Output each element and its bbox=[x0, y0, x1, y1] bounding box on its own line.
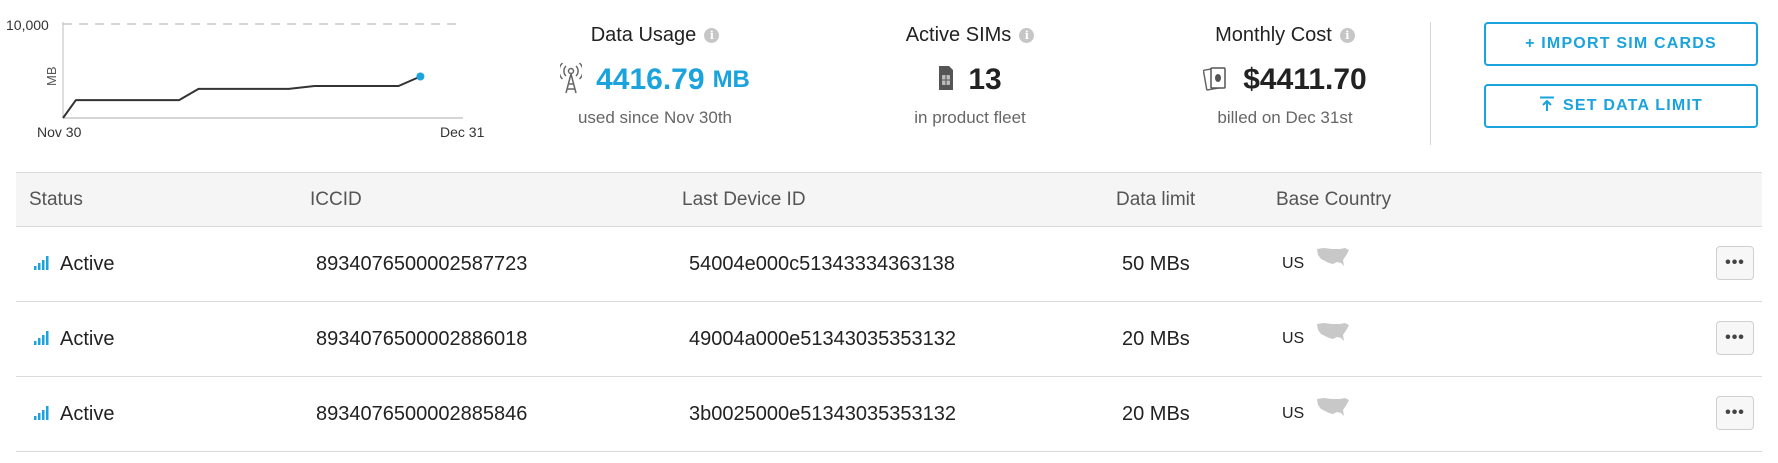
header-divider bbox=[1430, 22, 1431, 145]
data-limit-cell: 20 MBs bbox=[1122, 328, 1190, 350]
row-more-button[interactable]: ••• bbox=[1716, 321, 1754, 355]
data-usage-unit: MB bbox=[712, 66, 750, 93]
row-more-button[interactable]: ••• bbox=[1716, 246, 1754, 280]
info-icon[interactable]: i bbox=[704, 27, 720, 43]
table-row[interactable]: Active 8934076500002886018 49004a000e513… bbox=[16, 302, 1762, 377]
data-limit-cell: 50 MBs bbox=[1122, 253, 1190, 275]
sim-table: Status ICCID Last Device ID Data limit B… bbox=[16, 172, 1762, 452]
usage-chart: 10,000 MB Nov 30 Dec 31 bbox=[0, 0, 500, 150]
last-device-id-cell: 54004e000c51343334363138 bbox=[689, 253, 955, 275]
country-code: US bbox=[1282, 255, 1305, 272]
data-usage-title: Data Usage bbox=[590, 23, 697, 46]
column-header-data-limit[interactable]: Data limit bbox=[1116, 173, 1195, 226]
status-cell: Active bbox=[34, 302, 114, 376]
monthly-cost-value: $4411.70 bbox=[1243, 63, 1367, 96]
status-text: Active bbox=[60, 403, 115, 425]
country-code: US bbox=[1282, 330, 1305, 347]
base-country-cell: US bbox=[1282, 227, 1350, 301]
upload-limit-icon bbox=[1539, 96, 1555, 117]
signal-bars-icon bbox=[34, 227, 50, 301]
us-map-icon bbox=[1316, 227, 1350, 301]
iccid-cell: 8934076500002885846 bbox=[316, 403, 528, 425]
last-device-id-cell: 49004a000e51343035353132 bbox=[689, 328, 956, 350]
antenna-icon bbox=[558, 61, 584, 99]
import-sim-cards-button[interactable]: + IMPORT SIM CARDS bbox=[1484, 22, 1758, 66]
data-usage-stat: Data Usage i 4416.79 MB used since Nov 3… bbox=[520, 20, 790, 128]
active-sims-stat: Active SIMs i 13 in product fleet bbox=[845, 20, 1095, 128]
monthly-cost-subtitle: billed on Dec 31st bbox=[1217, 108, 1353, 127]
status-cell: Active bbox=[34, 227, 114, 301]
active-sims-title: Active SIMs bbox=[905, 23, 1012, 46]
country-code: US bbox=[1282, 405, 1305, 422]
active-sims-value: 13 bbox=[968, 63, 1002, 96]
iccid-cell: 8934076500002587723 bbox=[316, 253, 528, 275]
set-data-limit-button[interactable]: SET DATA LIMIT bbox=[1484, 84, 1758, 128]
us-map-icon bbox=[1316, 377, 1350, 451]
column-header-base-country[interactable]: Base Country bbox=[1276, 173, 1391, 226]
status-cell: Active bbox=[34, 377, 114, 451]
y-max-tick-label: 10,000 bbox=[6, 17, 49, 33]
usage-chart-svg: 10,000 MB Nov 30 Dec 31 bbox=[6, 17, 485, 140]
monthly-cost-title: Monthly Cost bbox=[1215, 23, 1332, 46]
sim-card-icon bbox=[938, 65, 954, 96]
base-country-cell: US bbox=[1282, 377, 1350, 451]
status-text: Active bbox=[60, 328, 115, 350]
import-sim-cards-label: + IMPORT SIM CARDS bbox=[1525, 35, 1717, 52]
iccid-cell: 8934076500002886018 bbox=[316, 328, 528, 350]
data-limit-cell: 20 MBs bbox=[1122, 403, 1190, 425]
data-usage-subtitle: used since Nov 30th bbox=[577, 108, 733, 127]
set-data-limit-label: SET DATA LIMIT bbox=[1562, 97, 1704, 114]
base-country-cell: US bbox=[1282, 302, 1350, 376]
usage-endpoint-dot bbox=[416, 72, 425, 81]
signal-bars-icon bbox=[34, 377, 50, 451]
info-icon[interactable]: i bbox=[1019, 27, 1035, 43]
signal-bars-icon bbox=[34, 302, 50, 376]
column-header-status[interactable]: Status bbox=[29, 173, 83, 226]
table-header: Status ICCID Last Device ID Data limit B… bbox=[16, 172, 1762, 227]
x-end-tick-label: Dec 31 bbox=[440, 124, 485, 140]
column-header-iccid[interactable]: ICCID bbox=[310, 173, 362, 226]
us-map-icon bbox=[1316, 302, 1350, 376]
monthly-cost-stat: Monthly Cost i $4411.70 billed on Dec 31… bbox=[1160, 20, 1410, 128]
usage-series-line bbox=[62, 75, 421, 119]
row-more-button[interactable]: ••• bbox=[1716, 396, 1754, 430]
x-start-tick-label: Nov 30 bbox=[37, 124, 82, 140]
data-usage-value: 4416.79 bbox=[596, 63, 705, 96]
table-row[interactable]: Active 8934076500002885846 3b0025000e513… bbox=[16, 377, 1762, 452]
money-icon bbox=[1203, 65, 1229, 96]
table-row[interactable]: Active 8934076500002587723 54004e000c513… bbox=[16, 227, 1762, 302]
status-text: Active bbox=[60, 253, 115, 275]
column-header-last-device-id[interactable]: Last Device ID bbox=[682, 173, 806, 226]
last-device-id-cell: 3b0025000e51343035353132 bbox=[689, 403, 956, 425]
info-icon[interactable]: i bbox=[1339, 27, 1355, 43]
active-sims-subtitle: in product fleet bbox=[914, 108, 1026, 127]
y-unit-label: MB bbox=[44, 67, 59, 87]
